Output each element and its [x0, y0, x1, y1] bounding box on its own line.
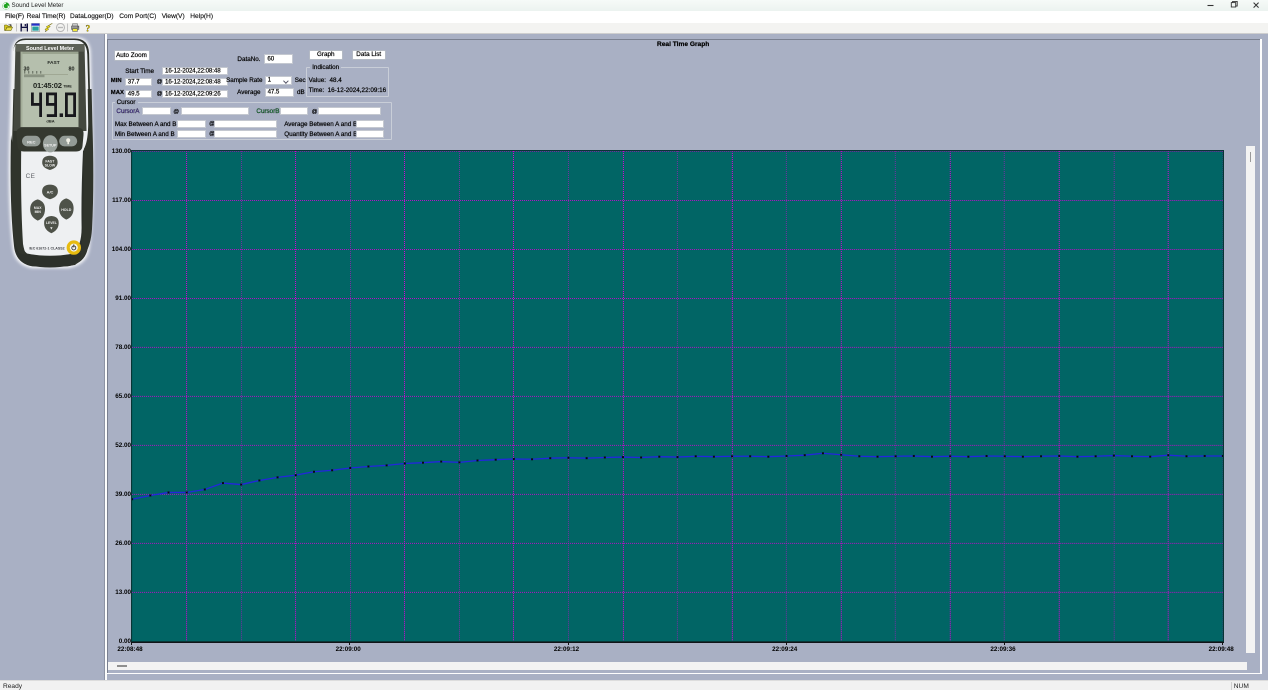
svg-text:IEC 61672-1 CLASS2: IEC 61672-1 CLASS2 [29, 246, 64, 250]
svg-text:Sound Level Meter: Sound Level Meter [26, 46, 75, 52]
svg-text:dBA: dBA [46, 119, 54, 124]
svg-text:80: 80 [69, 66, 75, 72]
svg-text:TIME: TIME [63, 84, 72, 88]
svg-text:A/C: A/C [47, 190, 54, 195]
svg-text:REC: REC [27, 140, 36, 145]
svg-text:SETUP: SETUP [44, 144, 57, 148]
svg-text:MIN: MIN [35, 210, 42, 214]
svg-text:?: ? [86, 24, 91, 32]
svg-text:HOLD: HOLD [61, 208, 72, 212]
svg-text:CE: CE [26, 173, 36, 180]
svg-text:FAST: FAST [47, 60, 59, 66]
svg-text:LEVEL: LEVEL [46, 221, 57, 225]
svg-text:01:45:02: 01:45:02 [33, 81, 62, 90]
svg-text:SLOW: SLOW [45, 164, 56, 168]
svg-text:▼: ▼ [49, 225, 53, 230]
